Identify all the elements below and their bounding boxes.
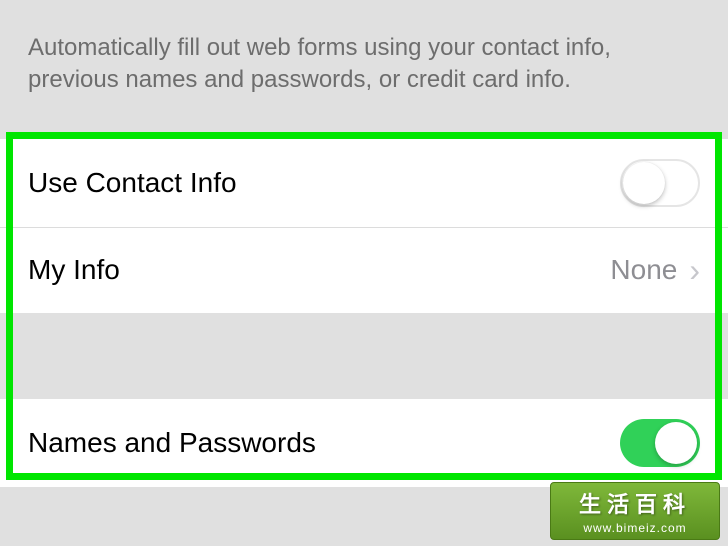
section-spacer xyxy=(0,313,728,375)
names-passwords-row[interactable]: Names and Passwords xyxy=(0,399,728,487)
use-contact-info-toggle[interactable] xyxy=(620,159,700,207)
watermark-url: www.bimeiz.com xyxy=(583,521,686,535)
chevron-right-icon: › xyxy=(689,254,700,286)
watermark-badge: 生活百科 www.bimeiz.com xyxy=(550,482,720,540)
my-info-row[interactable]: My Info None › xyxy=(0,227,728,313)
settings-group-1: Use Contact Info My Info None › xyxy=(0,139,728,313)
settings-group-2: Names and Passwords xyxy=(0,399,728,487)
watermark-title: 生活百科 xyxy=(579,487,691,519)
autofill-description: Automatically fill out web forms using y… xyxy=(0,0,728,115)
names-passwords-label: Names and Passwords xyxy=(28,427,316,459)
use-contact-info-row[interactable]: Use Contact Info xyxy=(0,139,728,227)
toggle-knob xyxy=(655,422,697,464)
my-info-value-wrap: None › xyxy=(610,254,700,286)
use-contact-info-label: Use Contact Info xyxy=(28,167,237,199)
names-passwords-toggle[interactable] xyxy=(620,419,700,467)
my-info-value: None xyxy=(610,254,677,286)
toggle-knob xyxy=(623,162,665,204)
my-info-label: My Info xyxy=(28,254,120,286)
